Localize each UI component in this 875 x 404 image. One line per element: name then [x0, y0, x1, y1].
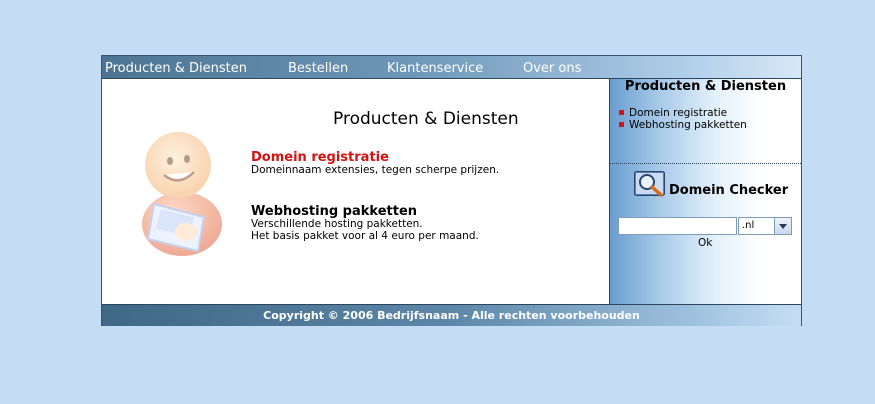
sidebar-link-domein-registratie[interactable]: Domein registratie [619, 107, 747, 119]
page-frame: Producten & Diensten Bestellen Klantense… [101, 55, 802, 326]
domain-checker-title: Domein Checker [669, 183, 789, 198]
nav-item-bestellen[interactable]: Bestellen [288, 61, 348, 76]
sidebar-link-label: Webhosting pakketten [629, 119, 747, 131]
magnifier-icon [634, 171, 665, 197]
copyright-text: Copyright © 2006 Bedrijfsnaam - Alle rec… [263, 309, 640, 322]
item-title-webhosting-pakketten[interactable]: Webhosting pakketten [251, 204, 417, 219]
item-title-domein-registratie[interactable]: Domein registratie [251, 150, 389, 165]
footer: Copyright © 2006 Bedrijfsnaam - Alle rec… [102, 304, 801, 326]
sidebar-title: Producten & Diensten [624, 79, 787, 94]
nav-item-over-ons[interactable]: Over ons [523, 61, 581, 76]
item-description: Domeinnaam extensies, tegen scherpe prij… [251, 164, 500, 176]
bullet-icon [619, 110, 624, 115]
chevron-down-icon [774, 218, 791, 234]
ok-button[interactable]: Ok [698, 237, 712, 249]
tld-selected-value: .nl [742, 220, 755, 231]
item-description: Verschillende hosting pakketten. [251, 218, 423, 230]
main-content: Producten & Diensten Domein registratie … [102, 79, 610, 304]
nav-item-producten-diensten[interactable]: Producten & Diensten [105, 61, 247, 76]
item-description: Het basis pakket voor al 4 euro per maan… [251, 230, 479, 242]
mascot-with-laptop-icon [142, 132, 222, 256]
sidebar-links: Domein registratie Webhosting pakketten [619, 107, 747, 131]
sidebar-link-label: Domein registratie [629, 107, 728, 119]
sidebar: Producten & Diensten Domein registratie … [610, 79, 801, 304]
top-navigation: Producten & Diensten Bestellen Klantense… [102, 56, 801, 79]
bullet-icon [619, 122, 624, 127]
tld-select[interactable]: .nl [738, 217, 792, 235]
sidebar-divider [610, 163, 801, 164]
nav-item-klantenservice[interactable]: Klantenservice [387, 61, 483, 76]
page-title: Producten & Diensten [333, 109, 519, 129]
domain-search-input[interactable] [618, 217, 737, 235]
sidebar-link-webhosting-pakketten[interactable]: Webhosting pakketten [619, 119, 747, 131]
